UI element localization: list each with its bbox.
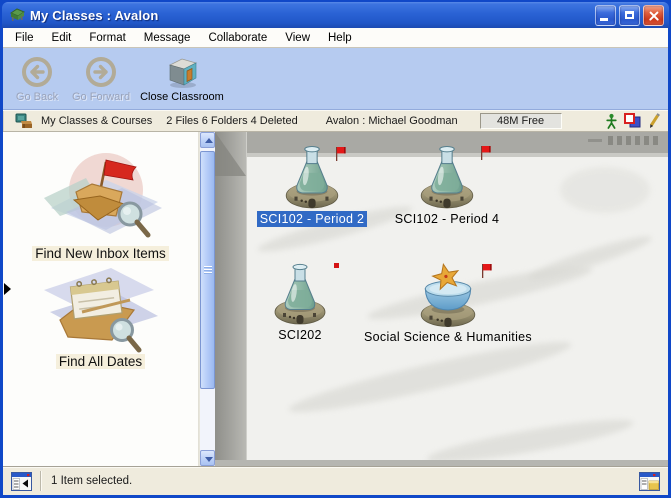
location-label[interactable]: My Classes & Courses bbox=[41, 115, 152, 127]
course-label[interactable]: SCI102 - Period 2 bbox=[257, 211, 367, 227]
flask-course-icon bbox=[417, 144, 477, 210]
classroom-building-icon bbox=[164, 53, 200, 90]
course-label[interactable]: SCI202 bbox=[275, 327, 325, 343]
chevron-up-icon bbox=[205, 138, 213, 143]
folder-flag-search-icon bbox=[26, 150, 176, 250]
scrollbar-grip bbox=[204, 266, 212, 274]
close-classroom-label: Close Classroom bbox=[140, 91, 224, 103]
sidebar-item-label[interactable]: Find New Inbox Items bbox=[32, 246, 169, 261]
calendar-search-icon bbox=[26, 260, 176, 358]
maximize-icon bbox=[625, 11, 634, 19]
sidebar-scrollbar[interactable] bbox=[199, 132, 215, 466]
sidebar-item-find-new-inbox[interactable]: Find New Inbox Items bbox=[3, 150, 198, 261]
scroll-up-button[interactable] bbox=[200, 132, 215, 148]
floor-shadow bbox=[560, 167, 650, 213]
sidebar-panel: Find New Inbox Items bbox=[3, 132, 199, 466]
forward-arrow-circle-icon bbox=[84, 53, 118, 90]
online-user-icon[interactable] bbox=[606, 113, 617, 129]
go-forward-button[interactable]: Go Forward bbox=[69, 53, 133, 103]
menu-message[interactable]: Message bbox=[135, 30, 200, 46]
classroom-desk-icon bbox=[15, 113, 33, 129]
starfish-bowl-course-icon bbox=[417, 262, 479, 328]
app-window: My Classes : Avalon File Edit Format Mes… bbox=[0, 0, 671, 498]
item-counts-label: 2 Files 6 Folders 4 Deleted bbox=[166, 115, 297, 127]
menu-file[interactable]: File bbox=[6, 30, 43, 46]
flask-course-icon bbox=[282, 144, 342, 210]
close-classroom-button[interactable]: Close Classroom bbox=[137, 53, 227, 103]
scroll-down-button[interactable] bbox=[200, 450, 215, 466]
free-space-indicator: 48M Free bbox=[480, 113, 562, 129]
go-forward-label: Go Forward bbox=[72, 91, 130, 103]
app-logo-icon bbox=[9, 7, 26, 23]
sidebar-item-label[interactable]: Find All Dates bbox=[56, 354, 145, 369]
selection-status: 1 Item selected. bbox=[51, 475, 639, 487]
go-back-label: Go Back bbox=[16, 91, 58, 103]
back-arrow-circle-icon bbox=[20, 53, 54, 90]
content-area: Find New Inbox Items bbox=[3, 132, 668, 466]
edit-pencil-icon[interactable] bbox=[648, 113, 660, 129]
floor-shadow bbox=[286, 332, 574, 423]
menu-format[interactable]: Format bbox=[80, 30, 134, 46]
flask-course-icon bbox=[271, 262, 329, 326]
minimize-icon bbox=[600, 18, 608, 21]
toggle-sidebar-icon[interactable] bbox=[11, 472, 32, 491]
scrollbar-thumb[interactable] bbox=[200, 151, 215, 389]
window-title: My Classes : Avalon bbox=[30, 8, 595, 23]
layered-windows-icon[interactable] bbox=[624, 113, 641, 128]
wall-marks-decoration bbox=[608, 136, 660, 145]
divider bbox=[40, 471, 41, 491]
menu-bar: File Edit Format Message Collaborate Vie… bbox=[3, 28, 668, 48]
menu-help[interactable]: Help bbox=[319, 30, 361, 46]
status-bar: 1 Item selected. bbox=[3, 466, 668, 495]
info-bar: My Classes & Courses 2 Files 6 Folders 4… bbox=[3, 110, 668, 132]
toolbar: Go Back Go Forward bbox=[3, 48, 668, 110]
maximize-button[interactable] bbox=[619, 5, 640, 26]
course-label[interactable]: Social Science & Humanities bbox=[361, 329, 535, 345]
toggle-split-view-icon[interactable] bbox=[639, 472, 660, 491]
course-item-sci102-period4[interactable]: SCI102 - Period 4 bbox=[367, 144, 527, 227]
menu-edit[interactable]: Edit bbox=[43, 30, 81, 46]
panel-collapse-arrow[interactable] bbox=[4, 283, 11, 295]
minimize-button[interactable] bbox=[595, 5, 616, 26]
close-button[interactable] bbox=[643, 5, 664, 26]
floor-shadow bbox=[425, 412, 636, 466]
account-label: Avalon : Michael Goodman bbox=[326, 115, 458, 127]
chevron-down-icon bbox=[205, 457, 213, 462]
titlebar[interactable]: My Classes : Avalon bbox=[2, 2, 669, 28]
menu-collaborate[interactable]: Collaborate bbox=[199, 30, 276, 46]
classroom-floor-edge bbox=[215, 460, 668, 466]
course-item-social-science[interactable]: Social Science & Humanities bbox=[342, 262, 554, 345]
menu-view[interactable]: View bbox=[276, 30, 319, 46]
wall-marks-decoration bbox=[588, 139, 602, 142]
sidebar-item-find-all-dates[interactable]: Find All Dates bbox=[3, 260, 198, 369]
classroom-view[interactable]: SCI102 - Period 2 SCI102 - Period 4 SCI2… bbox=[215, 132, 668, 466]
course-label[interactable]: SCI102 - Period 4 bbox=[392, 211, 502, 227]
go-back-button[interactable]: Go Back bbox=[9, 53, 65, 103]
